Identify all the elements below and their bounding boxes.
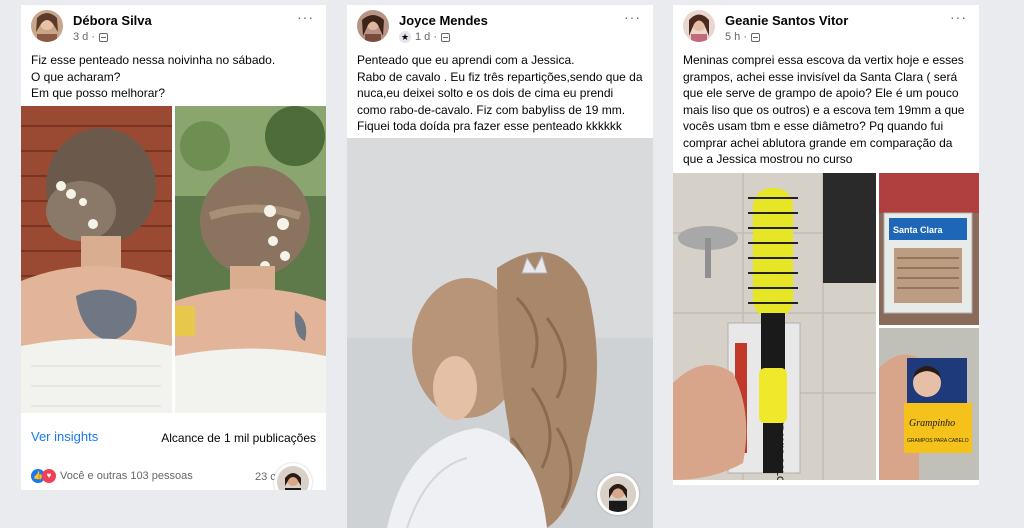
star-badge-icon: ★ — [399, 31, 411, 43]
post-photo-back-left[interactable] — [21, 106, 172, 413]
post-text: Meninas comprei essa escova da vertix ho… — [683, 53, 965, 166]
post-text: Penteado que eu aprendi com a Jessica. R… — [357, 53, 643, 133]
post-time[interactable]: 3 d · — [73, 31, 95, 43]
floating-avatar[interactable] — [597, 473, 639, 515]
reach-label: Alcance de 1 mil publicações — [161, 431, 316, 445]
more-icon[interactable]: ··· — [950, 9, 967, 25]
post-time[interactable]: 1 d · — [415, 31, 437, 43]
post-header: Geanie Santos Vitor 5 h · ··· — [673, 5, 979, 49]
globe-icon — [99, 32, 109, 42]
author-name[interactable]: Joyce Mendes — [399, 13, 488, 28]
post-meta: 3 d · — [73, 31, 109, 43]
post-time[interactable]: 5 h · — [725, 31, 747, 43]
post-header: Débora Silva 3 d · ··· — [21, 5, 326, 49]
post-photo-ponytail[interactable] — [347, 138, 653, 528]
post-text: Fiz esse penteado nessa noivinha no sába… — [31, 53, 276, 100]
post-card-geanie: Geanie Santos Vitor 5 h · ··· Meninas co… — [673, 5, 979, 485]
avatar[interactable] — [357, 10, 389, 42]
post-photo-clips[interactable]: Santa Clara — [879, 173, 979, 325]
post-photo-pins[interactable]: Grampinho GRAMPOS PARA CABELO — [879, 328, 979, 480]
post-card-debora: Débora Silva 3 d · ··· Fiz esse penteado… — [21, 5, 326, 490]
post-photo-back-right[interactable] — [175, 106, 326, 413]
post-header: Joyce Mendes ★ 1 d · ··· — [347, 5, 653, 49]
post-card-joyce: Joyce Mendes ★ 1 d · ··· Penteado que eu… — [347, 5, 653, 528]
post-photo-brush[interactable]: ESCOVA CERAMIC COLOR — [673, 173, 876, 480]
pins-type-label: GRAMPOS PARA CABELO — [907, 438, 969, 444]
view-insights-link[interactable]: Ver insights — [31, 429, 98, 444]
author-name[interactable]: Débora Silva — [73, 13, 152, 28]
author-name[interactable]: Geanie Santos Vitor — [725, 13, 848, 28]
floating-avatar[interactable] — [274, 463, 312, 490]
more-icon[interactable]: ··· — [624, 9, 641, 25]
avatar[interactable] — [31, 10, 63, 42]
more-icon[interactable]: ··· — [297, 9, 314, 25]
pins-brand-label: Grampinho — [909, 418, 955, 429]
reactions-text: Você e outras 103 pessoas — [60, 470, 193, 482]
globe-icon — [751, 32, 761, 42]
post-meta: 5 h · — [725, 31, 761, 43]
love-icon: ♥ — [42, 469, 56, 483]
avatar[interactable] — [683, 10, 715, 42]
globe-icon — [441, 32, 451, 42]
reaction-summary[interactable]: 👍 ♥ Você e outras 103 pessoas — [31, 469, 193, 483]
post-meta: ★ 1 d · — [399, 31, 451, 43]
clips-brand-label: Santa Clara — [893, 225, 944, 235]
